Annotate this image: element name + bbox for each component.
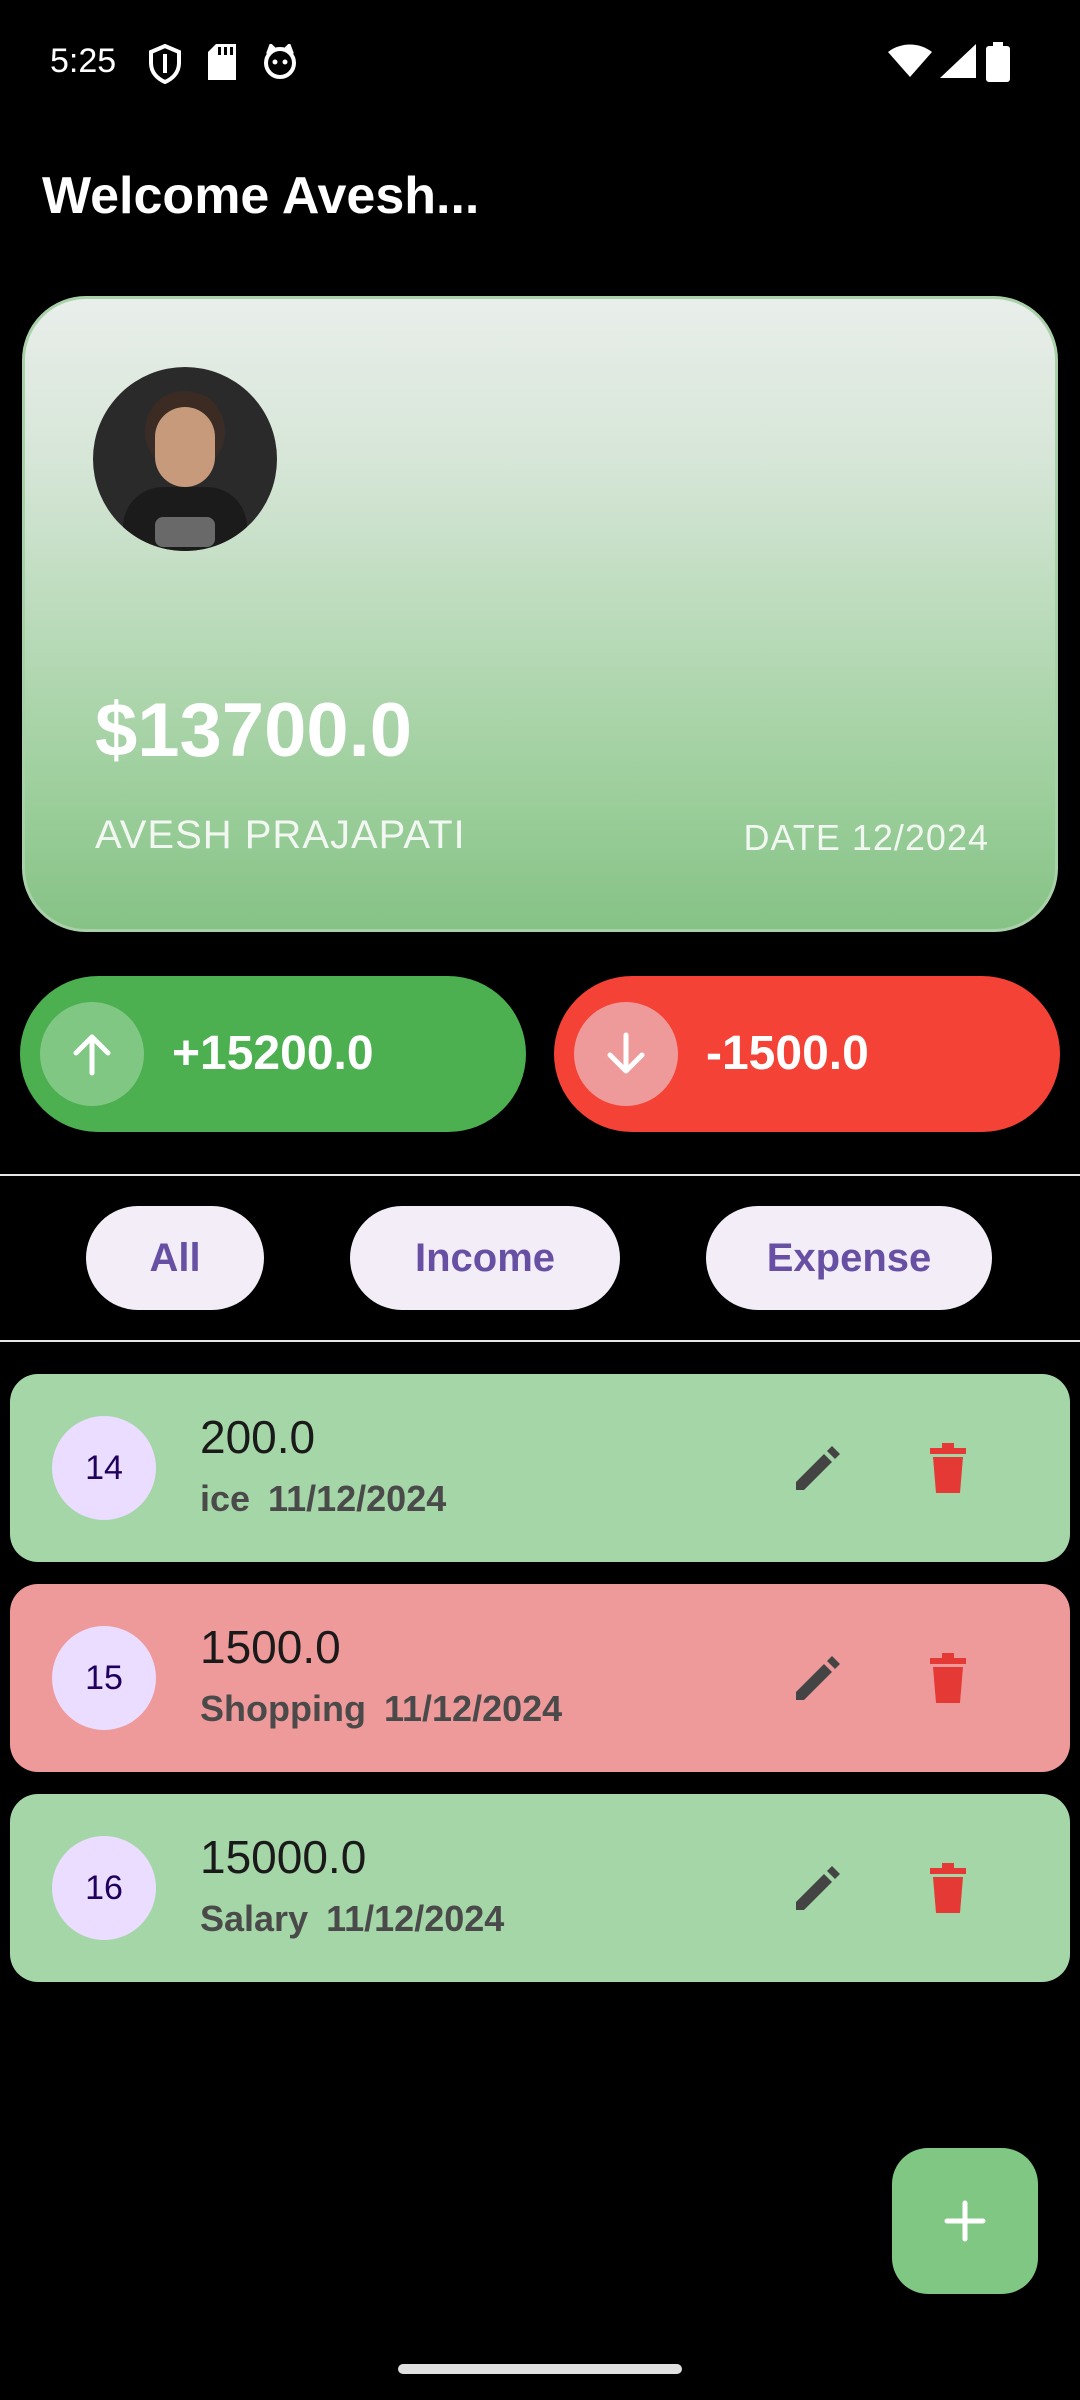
balance-card: $13700.0 AVESH PRAJAPATI DATE 12/2024 (22, 296, 1058, 932)
balance-amount: $13700.0 (95, 688, 412, 773)
transaction-category: Salary (200, 1898, 309, 1939)
delete-icon[interactable] (920, 1860, 976, 1916)
edit-icon[interactable] (790, 1650, 846, 1706)
filter-income-chip[interactable]: Income (350, 1206, 620, 1310)
cat-icon (262, 42, 298, 85)
plus-icon (944, 2200, 986, 2242)
wifi-icon (888, 44, 932, 83)
filter-all-chip[interactable]: All (86, 1206, 264, 1310)
transaction-item[interactable]: 16 15000.0 Salary 11/12/2024 (10, 1794, 1070, 1982)
signal-icon (940, 44, 976, 83)
status-time: 5:25 (50, 42, 117, 80)
sd-card-icon (208, 44, 236, 85)
transaction-details: ice 11/12/2024 (200, 1478, 446, 1520)
welcome-title: Welcome Avesh... (42, 167, 480, 225)
edit-icon[interactable] (790, 1440, 846, 1496)
status-bar: 5:25 (0, 0, 1080, 130)
expense-summary: -1500.0 (554, 976, 1060, 1132)
delete-icon[interactable] (920, 1440, 976, 1496)
arrow-up-icon (40, 1002, 144, 1106)
transaction-id-badge: 16 (52, 1836, 156, 1940)
card-date: DATE 12/2024 (743, 817, 989, 858)
transaction-id-badge: 15 (52, 1626, 156, 1730)
battery-icon (986, 42, 1010, 87)
transaction-date: 11/12/2024 (383, 1688, 563, 1729)
transaction-date: 11/12/2024 (268, 1478, 447, 1519)
filter-expense-chip[interactable]: Expense (706, 1206, 992, 1310)
edit-icon[interactable] (790, 1860, 846, 1916)
arrow-down-icon (574, 1002, 678, 1106)
transaction-id-badge: 14 (52, 1416, 156, 1520)
income-total: +15200.0 (172, 1027, 374, 1080)
add-transaction-button[interactable] (892, 2148, 1038, 2294)
transaction-category: Shopping (200, 1688, 366, 1729)
income-summary: +15200.0 (20, 976, 526, 1132)
transaction-category: ice (200, 1478, 251, 1519)
divider (0, 1174, 1080, 1176)
transaction-item[interactable]: 14 200.0 ice 11/12/2024 (10, 1374, 1070, 1562)
expense-total: -1500.0 (706, 1027, 869, 1080)
profile-avatar[interactable] (93, 367, 277, 551)
home-indicator[interactable] (398, 2364, 682, 2374)
divider (0, 1340, 1080, 1342)
delete-icon[interactable] (920, 1650, 976, 1706)
transaction-details: Salary 11/12/2024 (200, 1898, 504, 1940)
transaction-date: 11/12/2024 (326, 1898, 505, 1939)
card-holder-name: AVESH PRAJAPATI (95, 813, 466, 857)
transaction-details: Shopping 11/12/2024 (200, 1688, 562, 1730)
shield-icon (148, 43, 182, 89)
transaction-item[interactable]: 15 1500.0 Shopping 11/12/2024 (10, 1584, 1070, 1772)
transaction-amount: 15000.0 (200, 1831, 367, 1883)
transaction-amount: 200.0 (200, 1411, 316, 1463)
transaction-amount: 1500.0 (200, 1621, 341, 1673)
